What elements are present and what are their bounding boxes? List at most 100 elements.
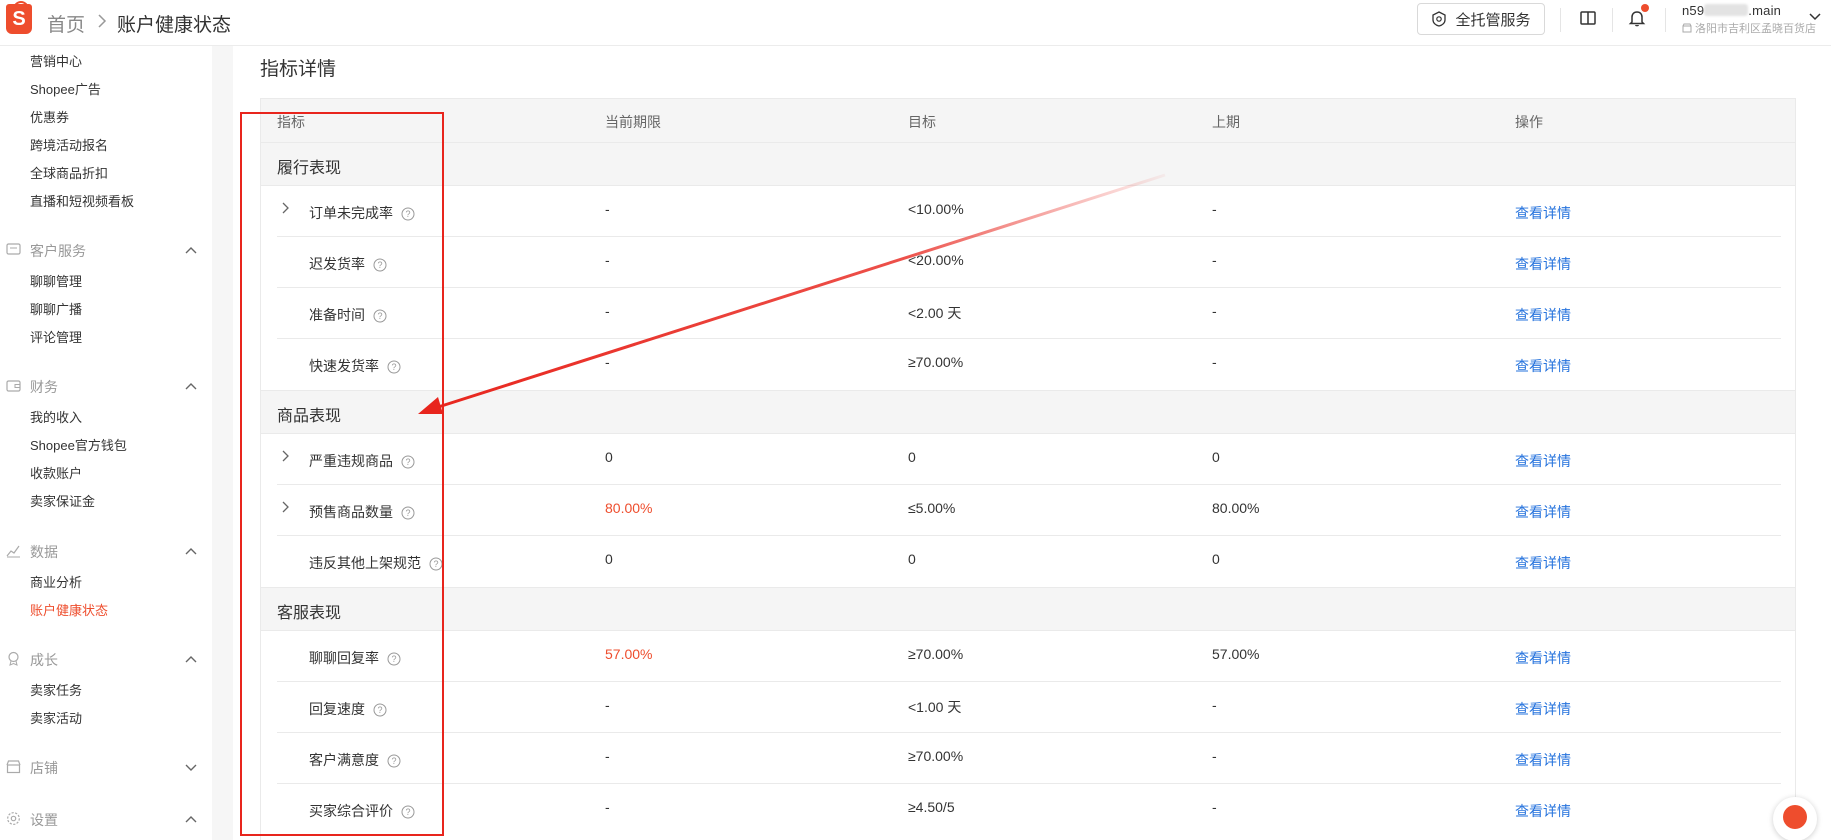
sidebar-item-payout-account[interactable]: 收款账户: [30, 463, 82, 482]
current-value: -: [605, 252, 610, 268]
svg-text:?: ?: [377, 260, 382, 270]
previous-value: -: [1212, 748, 1217, 764]
table-row: 快速发货率? - ≥70.00% - 查看详情: [277, 339, 1781, 390]
help-icon[interactable]: ?: [401, 805, 415, 819]
sidebar-item-reviews[interactable]: 评论管理: [30, 327, 82, 346]
sidebar-item-account-health[interactable]: 账户健康状态: [30, 600, 108, 619]
table-row: 买家综合评价? - ≥4.50/5 - 查看详情: [277, 784, 1781, 835]
help-icon[interactable]: ?: [401, 506, 415, 520]
chevron-up-icon: [185, 548, 197, 555]
table-row: 严重违规商品? 0 0 0 查看详情: [277, 434, 1781, 485]
target-value: ≥70.00%: [908, 354, 964, 370]
sidebar-group-data[interactable]: 数据: [6, 541, 198, 561]
sidebar-item-business-insights[interactable]: 商业分析: [30, 572, 82, 591]
sidebar-item-seller-tasks[interactable]: 卖家任务: [30, 680, 82, 699]
column-header-target: 目标: [908, 114, 936, 130]
svg-text:?: ?: [433, 559, 438, 569]
view-details-link[interactable]: 查看详情: [1515, 254, 1571, 274]
sidebar-item-seller-events[interactable]: 卖家活动: [30, 708, 82, 727]
sidebar-item-shopee-wallet[interactable]: Shopee官方钱包: [30, 435, 127, 454]
shopee-logo[interactable]: S: [6, 1, 32, 34]
metric-name-text: 订单未完成率: [309, 205, 393, 221]
sidebar-group-growth[interactable]: 成长: [6, 649, 198, 669]
chart-icon: [6, 545, 20, 558]
help-icon[interactable]: ?: [387, 754, 401, 768]
metric-name-text: 快速发货率: [309, 358, 379, 374]
target-value: ≤5.00%: [908, 500, 956, 516]
chevron-up-icon: [185, 247, 197, 254]
view-details-link[interactable]: 查看详情: [1515, 451, 1571, 471]
section-label: 履行表现: [277, 160, 342, 177]
sidebar-item-vouchers[interactable]: 优惠券: [30, 107, 69, 126]
view-details-link[interactable]: 查看详情: [1515, 502, 1571, 522]
breadcrumb-home[interactable]: 首页: [47, 10, 85, 37]
svg-text:?: ?: [405, 508, 410, 518]
target-value: 0: [908, 551, 916, 567]
shop-icon: [1682, 23, 1692, 33]
metric-name: 回复速度?: [309, 699, 387, 719]
sidebar-item-chat-broadcast[interactable]: 聊聊广播: [30, 299, 82, 318]
view-details-link[interactable]: 查看详情: [1515, 356, 1571, 376]
help-icon[interactable]: ?: [401, 455, 415, 469]
metric-name-text: 严重违规商品: [309, 453, 393, 469]
help-icon[interactable]: ?: [387, 652, 401, 666]
sidebar-item-shopee-ads[interactable]: Shopee广告: [30, 79, 101, 98]
previous-value: 0: [1212, 449, 1220, 465]
managed-service-button[interactable]: 全托管服务: [1417, 3, 1545, 35]
current-value: 80.00%: [605, 500, 653, 516]
sidebar-group-settings[interactable]: 设置: [6, 809, 198, 829]
sidebar-item-campaigns[interactable]: 跨境活动报名: [30, 135, 108, 154]
sidebar-item-marketing-center[interactable]: 营销中心: [30, 51, 82, 70]
view-details-link[interactable]: 查看详情: [1515, 553, 1571, 573]
chevron-down-icon[interactable]: [1808, 10, 1822, 24]
sidebar-item-live-video[interactable]: 直播和短视频看板: [30, 191, 134, 210]
chat-floating-button[interactable]: [1773, 797, 1817, 840]
view-details-link[interactable]: 查看详情: [1515, 203, 1571, 223]
sidebar-item-chat-management[interactable]: 聊聊管理: [30, 271, 82, 290]
book-icon[interactable]: [1578, 8, 1598, 28]
chevron-right-icon[interactable]: [279, 201, 293, 215]
help-icon[interactable]: ?: [373, 309, 387, 323]
chevron-right-icon[interactable]: [279, 449, 293, 463]
metric-name: 迟发货率?: [309, 254, 387, 274]
view-details-link[interactable]: 查看详情: [1515, 305, 1571, 325]
account-name-prefix: n59: [1682, 3, 1705, 18]
growth-icon: [8, 651, 19, 666]
table-row: 违反其他上架规范? 0 0 0 查看详情: [277, 536, 1781, 587]
chevron-right-icon[interactable]: [279, 500, 293, 514]
help-icon[interactable]: ?: [373, 258, 387, 272]
target-value: <10.00%: [908, 201, 964, 217]
help-icon[interactable]: ?: [387, 360, 401, 374]
sidebar-group-customer-service[interactable]: 客户服务: [6, 240, 198, 260]
sidebar-group-label: 店铺: [30, 760, 58, 776]
sidebar-item-seller-deposit[interactable]: 卖家保证金: [30, 491, 95, 510]
svg-text:?: ?: [391, 756, 396, 766]
chevron-up-icon: [185, 383, 197, 390]
sidebar-group-label: 成长: [30, 652, 58, 668]
table-row: 回复速度? - <1.00 天 - 查看详情: [277, 682, 1781, 733]
sidebar-group-label: 数据: [30, 544, 58, 560]
sidebar-group-finance[interactable]: 财务: [6, 376, 198, 396]
help-icon[interactable]: ?: [401, 207, 415, 221]
sidebar-group-shop[interactable]: 店铺: [6, 757, 198, 777]
previous-value: -: [1212, 799, 1217, 815]
view-details-link[interactable]: 查看详情: [1515, 648, 1571, 668]
table-row: 准备时间? - <2.00 天 - 查看详情: [277, 288, 1781, 339]
managed-service-icon: [1432, 11, 1447, 27]
view-details-link[interactable]: 查看详情: [1515, 801, 1571, 821]
table-row: 预售商品数量? 80.00% ≤5.00% 80.00% 查看详情: [277, 485, 1781, 536]
sidebar-item-global-discount[interactable]: 全球商品折扣: [30, 163, 108, 182]
view-details-link[interactable]: 查看详情: [1515, 750, 1571, 770]
view-details-link[interactable]: 查看详情: [1515, 699, 1571, 719]
metric-details-card: 指标详情 指标 当前期限 目标 上期 操作 履行表现 订单未完成率? - <10…: [233, 46, 1831, 840]
target-value: ≥4.50/5: [908, 799, 955, 815]
section-label: 商品表现: [277, 408, 342, 425]
help-icon[interactable]: ?: [429, 557, 443, 571]
help-icon[interactable]: ?: [373, 703, 387, 717]
sidebar-item-my-income[interactable]: 我的收入: [30, 407, 82, 426]
account-menu[interactable]: n59 .main 洛阳市吉利区孟晓百货店: [1682, 3, 1822, 36]
metric-name: 严重违规商品?: [309, 451, 415, 471]
metric-name-text: 买家综合评价: [309, 803, 393, 819]
current-value: -: [605, 354, 610, 370]
svg-text:?: ?: [377, 311, 382, 321]
